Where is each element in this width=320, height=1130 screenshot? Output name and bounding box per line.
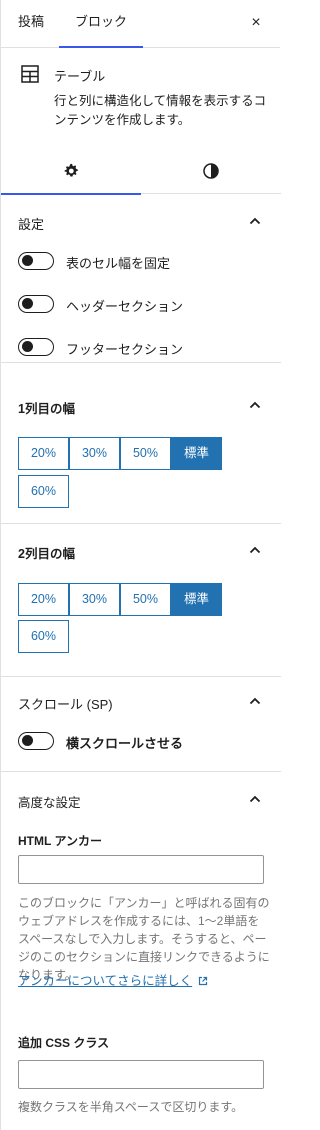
close-icon: × xyxy=(251,14,261,31)
toggle-label: 表のセル幅を固定 xyxy=(66,256,171,271)
tab-post[interactable]: 投稿 xyxy=(18,0,44,47)
chevron-up-icon[interactable] xyxy=(249,401,261,409)
css-class-help: 複数クラスを半角スペースで区切ります。 xyxy=(18,1100,244,1114)
table-icon xyxy=(21,65,39,83)
toggle-switch[interactable] xyxy=(18,295,54,313)
chevron-up-icon[interactable] xyxy=(249,697,261,705)
toggle-knob xyxy=(22,341,33,352)
col1-width-title[interactable]: 1列目の幅 xyxy=(18,398,75,417)
width-option-20[interactable]: 20% xyxy=(18,583,69,616)
block-inspector-panel: 投稿 ブロック × テーブル 行と列に構造化して情報を表示するコンテンツを作成し… xyxy=(0,0,281,1130)
anchor-learn-more-link[interactable]: アンカーについてさらに詳しく xyxy=(18,970,208,989)
active-tab-indicator xyxy=(59,46,143,48)
width-option-30[interactable]: 30% xyxy=(69,437,120,470)
tab-block[interactable]: ブロック xyxy=(59,0,143,48)
advanced-section: 高度な設定 HTML アンカー このブロックに「アンカー」と呼ばれる固有のウェブ… xyxy=(1,772,281,1130)
sidebar-header: 投稿 ブロック × xyxy=(1,0,280,48)
contrast-icon xyxy=(203,163,219,179)
toggle-switch[interactable] xyxy=(18,252,54,270)
external-link-icon xyxy=(198,976,207,986)
width-option-50[interactable]: 50% xyxy=(120,437,171,470)
width-option-60[interactable]: 60% xyxy=(18,620,69,653)
tab-post-label: 投稿 xyxy=(18,14,45,29)
scroll-section: スクロール (SP) 横スクロールさせる xyxy=(1,676,281,772)
chevron-up-icon[interactable] xyxy=(249,546,261,554)
gear-icon xyxy=(64,163,78,177)
css-class-input[interactable] xyxy=(18,1060,264,1089)
settings-section: 設定 表のセル幅を固定 ヘッダーセクション フッターセクション xyxy=(1,194,281,363)
toggle-knob xyxy=(22,255,33,266)
css-class-label: 追加 CSS クラス xyxy=(18,1036,110,1050)
col2-width-section: 2列目の幅 20% 30% 50% 標準 60% xyxy=(1,524,281,664)
width-option-30[interactable]: 30% xyxy=(69,583,120,616)
toggle-knob xyxy=(22,735,33,746)
anchor-link-text[interactable]: アンカーについてさらに詳しく xyxy=(18,974,192,988)
toggle-label: フッターセクション xyxy=(66,342,184,357)
col2-width-title[interactable]: 2列目の幅 xyxy=(18,543,75,562)
toggle-label: 横スクロールさせる xyxy=(66,736,184,751)
width-option-60[interactable]: 60% xyxy=(18,475,69,508)
width-option-default[interactable]: 標準 xyxy=(171,437,222,470)
col1-width-section: 1列目の幅 20% 30% 50% 標準 60% xyxy=(1,377,281,524)
tab-styles[interactable] xyxy=(141,150,281,194)
html-anchor-label: HTML アンカー xyxy=(18,834,102,848)
chevron-up-icon[interactable] xyxy=(249,795,261,803)
scroll-section-title[interactable]: スクロール (SP) xyxy=(18,694,113,713)
width-option-50[interactable]: 50% xyxy=(120,583,171,616)
advanced-section-title[interactable]: 高度な設定 xyxy=(18,792,81,811)
close-button[interactable]: × xyxy=(246,13,266,33)
tab-block-label: ブロック xyxy=(74,14,127,29)
toggle-switch[interactable] xyxy=(18,338,54,356)
settings-section-title[interactable]: 設定 xyxy=(18,214,44,233)
toggle-knob xyxy=(22,298,33,309)
tab-settings[interactable] xyxy=(1,150,141,195)
width-option-20[interactable]: 20% xyxy=(18,437,69,470)
width-option-default[interactable]: 標準 xyxy=(171,583,222,616)
html-anchor-input[interactable] xyxy=(18,855,264,884)
inspector-tabs xyxy=(1,150,281,195)
block-title: テーブル xyxy=(54,69,106,84)
block-description: 行と列に構造化して情報を表示するコンテンツを作成します。 xyxy=(54,94,267,127)
chevron-up-icon[interactable] xyxy=(249,217,261,225)
toggle-label: ヘッダーセクション xyxy=(66,299,184,314)
toggle-switch[interactable] xyxy=(18,732,54,750)
